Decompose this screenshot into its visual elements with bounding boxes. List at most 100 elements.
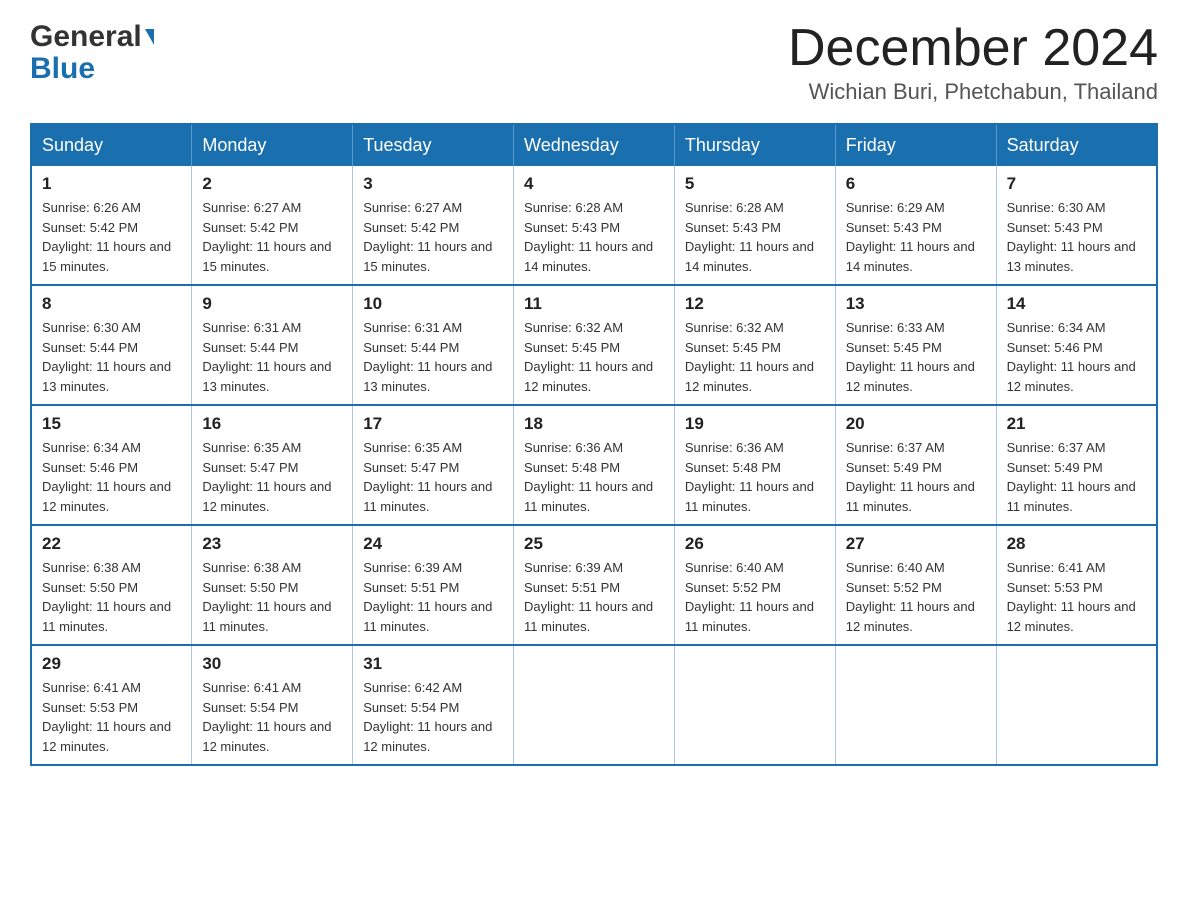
calendar-week-row: 8 Sunrise: 6:30 AMSunset: 5:44 PMDaylight… [31, 285, 1157, 405]
calendar-cell [514, 645, 675, 765]
calendar-cell: 24 Sunrise: 6:39 AMSunset: 5:51 PMDayligh… [353, 525, 514, 645]
day-info: Sunrise: 6:35 AMSunset: 5:47 PMDaylight:… [202, 440, 331, 514]
day-number: 11 [524, 294, 664, 314]
day-number: 2 [202, 174, 342, 194]
day-info: Sunrise: 6:30 AMSunset: 5:44 PMDaylight:… [42, 320, 171, 394]
day-number: 27 [846, 534, 986, 554]
calendar-cell: 13 Sunrise: 6:33 AMSunset: 5:45 PMDayligh… [835, 285, 996, 405]
day-number: 12 [685, 294, 825, 314]
day-info: Sunrise: 6:33 AMSunset: 5:45 PMDaylight:… [846, 320, 975, 394]
calendar-cell: 26 Sunrise: 6:40 AMSunset: 5:52 PMDayligh… [674, 525, 835, 645]
day-info: Sunrise: 6:37 AMSunset: 5:49 PMDaylight:… [1007, 440, 1136, 514]
day-number: 18 [524, 414, 664, 434]
logo: General Blue [30, 20, 154, 86]
day-info: Sunrise: 6:27 AMSunset: 5:42 PMDaylight:… [363, 200, 492, 274]
day-number: 20 [846, 414, 986, 434]
day-number: 7 [1007, 174, 1146, 194]
calendar-header-thursday: Thursday [674, 124, 835, 166]
logo-blue-text: Blue [30, 52, 154, 86]
calendar-table: SundayMondayTuesdayWednesdayThursdayFrid… [30, 123, 1158, 766]
calendar-cell: 15 Sunrise: 6:34 AMSunset: 5:46 PMDayligh… [31, 405, 192, 525]
day-number: 8 [42, 294, 181, 314]
day-number: 14 [1007, 294, 1146, 314]
calendar-cell [674, 645, 835, 765]
day-info: Sunrise: 6:36 AMSunset: 5:48 PMDaylight:… [524, 440, 653, 514]
calendar-cell: 20 Sunrise: 6:37 AMSunset: 5:49 PMDayligh… [835, 405, 996, 525]
calendar-cell: 6Sunrise: 6:29 AMSunset: 5:43 PMDaylight… [835, 166, 996, 285]
day-info: Sunrise: 6:39 AMSunset: 5:51 PMDaylight:… [363, 560, 492, 634]
calendar-header-friday: Friday [835, 124, 996, 166]
day-info: Sunrise: 6:40 AMSunset: 5:52 PMDaylight:… [846, 560, 975, 634]
day-number: 28 [1007, 534, 1146, 554]
calendar-cell: 27 Sunrise: 6:40 AMSunset: 5:52 PMDayligh… [835, 525, 996, 645]
day-number: 30 [202, 654, 342, 674]
calendar-week-row: 29Sunrise: 6:41 AMSunset: 5:53 PMDayligh… [31, 645, 1157, 765]
day-number: 16 [202, 414, 342, 434]
calendar-cell: 22Sunrise: 6:38 AMSunset: 5:50 PMDayligh… [31, 525, 192, 645]
calendar-cell: 17Sunrise: 6:35 AMSunset: 5:47 PMDayligh… [353, 405, 514, 525]
calendar-cell: 29Sunrise: 6:41 AMSunset: 5:53 PMDayligh… [31, 645, 192, 765]
calendar-cell: 14 Sunrise: 6:34 AMSunset: 5:46 PMDayligh… [996, 285, 1157, 405]
day-info: Sunrise: 6:34 AMSunset: 5:46 PMDaylight:… [1007, 320, 1136, 394]
day-info: Sunrise: 6:34 AMSunset: 5:46 PMDaylight:… [42, 440, 171, 514]
calendar-cell: 11 Sunrise: 6:32 AMSunset: 5:45 PMDayligh… [514, 285, 675, 405]
day-info: Sunrise: 6:28 AMSunset: 5:43 PMDaylight:… [524, 200, 653, 274]
day-number: 21 [1007, 414, 1146, 434]
day-number: 13 [846, 294, 986, 314]
calendar-week-row: 1 Sunrise: 6:26 AMSunset: 5:42 PMDaylight… [31, 166, 1157, 285]
calendar-cell: 16 Sunrise: 6:35 AMSunset: 5:47 PMDayligh… [192, 405, 353, 525]
calendar-cell: 8 Sunrise: 6:30 AMSunset: 5:44 PMDaylight… [31, 285, 192, 405]
calendar-header-wednesday: Wednesday [514, 124, 675, 166]
day-info: Sunrise: 6:42 AMSunset: 5:54 PMDaylight:… [363, 680, 492, 754]
calendar-header-saturday: Saturday [996, 124, 1157, 166]
day-info: Sunrise: 6:41 AMSunset: 5:53 PMDaylight:… [1007, 560, 1136, 634]
calendar-header-monday: Monday [192, 124, 353, 166]
calendar-cell: 12 Sunrise: 6:32 AMSunset: 5:45 PMDayligh… [674, 285, 835, 405]
calendar-cell: 9Sunrise: 6:31 AMSunset: 5:44 PMDaylight… [192, 285, 353, 405]
calendar-cell [996, 645, 1157, 765]
day-info: Sunrise: 6:39 AMSunset: 5:51 PMDaylight:… [524, 560, 653, 634]
day-info: Sunrise: 6:31 AMSunset: 5:44 PMDaylight:… [363, 320, 492, 394]
page-header: General Blue December 2024 Wichian Buri,… [30, 20, 1158, 105]
day-info: Sunrise: 6:32 AMSunset: 5:45 PMDaylight:… [685, 320, 814, 394]
day-info: Sunrise: 6:37 AMSunset: 5:49 PMDaylight:… [846, 440, 975, 514]
day-number: 15 [42, 414, 181, 434]
calendar-cell: 23Sunrise: 6:38 AMSunset: 5:50 PMDayligh… [192, 525, 353, 645]
day-number: 19 [685, 414, 825, 434]
day-info: Sunrise: 6:32 AMSunset: 5:45 PMDaylight:… [524, 320, 653, 394]
day-number: 24 [363, 534, 503, 554]
calendar-header-tuesday: Tuesday [353, 124, 514, 166]
calendar-cell: 5 Sunrise: 6:28 AMSunset: 5:43 PMDaylight… [674, 166, 835, 285]
day-number: 5 [685, 174, 825, 194]
calendar-cell: 19 Sunrise: 6:36 AMSunset: 5:48 PMDayligh… [674, 405, 835, 525]
day-info: Sunrise: 6:40 AMSunset: 5:52 PMDaylight:… [685, 560, 814, 634]
day-info: Sunrise: 6:27 AMSunset: 5:42 PMDaylight:… [202, 200, 331, 274]
month-year-title: December 2024 [788, 20, 1158, 77]
day-number: 25 [524, 534, 664, 554]
day-number: 10 [363, 294, 503, 314]
calendar-header-row: SundayMondayTuesdayWednesdayThursdayFrid… [31, 124, 1157, 166]
day-info: Sunrise: 6:31 AMSunset: 5:44 PMDaylight:… [202, 320, 331, 394]
location-subtitle: Wichian Buri, Phetchabun, Thailand [788, 79, 1158, 105]
title-area: December 2024 Wichian Buri, Phetchabun, … [788, 20, 1158, 105]
logo-triangle-icon [145, 29, 154, 45]
day-number: 3 [363, 174, 503, 194]
calendar-cell: 1 Sunrise: 6:26 AMSunset: 5:42 PMDaylight… [31, 166, 192, 285]
day-number: 1 [42, 174, 181, 194]
calendar-cell: 10 Sunrise: 6:31 AMSunset: 5:44 PMDayligh… [353, 285, 514, 405]
logo-general-text: General [30, 20, 142, 54]
calendar-week-row: 15 Sunrise: 6:34 AMSunset: 5:46 PMDayligh… [31, 405, 1157, 525]
calendar-cell: 30Sunrise: 6:41 AMSunset: 5:54 PMDayligh… [192, 645, 353, 765]
day-info: Sunrise: 6:26 AMSunset: 5:42 PMDaylight:… [42, 200, 171, 274]
calendar-week-row: 22Sunrise: 6:38 AMSunset: 5:50 PMDayligh… [31, 525, 1157, 645]
calendar-cell: 21 Sunrise: 6:37 AMSunset: 5:49 PMDayligh… [996, 405, 1157, 525]
calendar-cell: 25 Sunrise: 6:39 AMSunset: 5:51 PMDayligh… [514, 525, 675, 645]
day-number: 26 [685, 534, 825, 554]
day-number: 4 [524, 174, 664, 194]
day-info: Sunrise: 6:28 AMSunset: 5:43 PMDaylight:… [685, 200, 814, 274]
day-info: Sunrise: 6:36 AMSunset: 5:48 PMDaylight:… [685, 440, 814, 514]
calendar-cell: 2 Sunrise: 6:27 AMSunset: 5:42 PMDaylight… [192, 166, 353, 285]
day-info: Sunrise: 6:38 AMSunset: 5:50 PMDaylight:… [42, 560, 171, 634]
day-number: 17 [363, 414, 503, 434]
calendar-cell: 28 Sunrise: 6:41 AMSunset: 5:53 PMDayligh… [996, 525, 1157, 645]
